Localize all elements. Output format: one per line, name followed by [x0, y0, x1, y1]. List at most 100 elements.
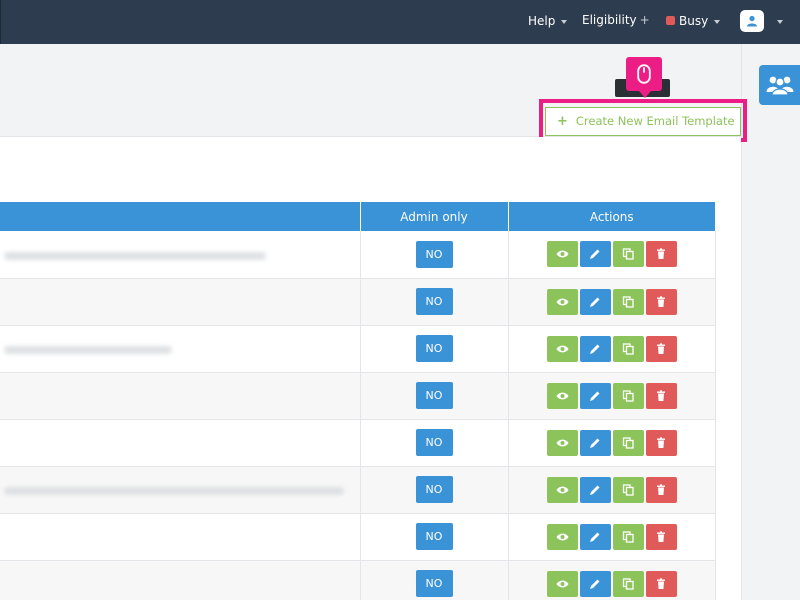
- view-button[interactable]: [546, 288, 578, 315]
- view-button[interactable]: [546, 241, 578, 268]
- create-email-template-button[interactable]: + Create New Email Template: [545, 107, 741, 136]
- admin-only-toggle[interactable]: NO: [415, 570, 453, 597]
- table-row: NO: [0, 466, 716, 514]
- template-name-cell: [0, 466, 361, 514]
- table-row: NO: [0, 372, 716, 420]
- table-row: NO: [0, 560, 716, 600]
- table-row: NO: [0, 325, 716, 373]
- copy-button[interactable]: [612, 382, 644, 409]
- copy-button[interactable]: [612, 429, 644, 456]
- column-header-name[interactable]: [0, 202, 361, 231]
- actions-cell: [508, 419, 716, 467]
- admin-only-toggle[interactable]: NO: [415, 288, 453, 315]
- delete-button[interactable]: [645, 476, 677, 503]
- delete-button[interactable]: [645, 429, 677, 456]
- column-header-admin-only[interactable]: Admin only: [360, 202, 509, 231]
- delete-button[interactable]: [645, 241, 677, 268]
- admin-only-cell: NO: [360, 513, 509, 561]
- users-icon: [766, 76, 794, 96]
- eligibility-menu[interactable]: Eligibility +: [582, 0, 650, 44]
- template-name-cell: [0, 325, 361, 373]
- redacted-text: [4, 487, 344, 495]
- admin-only-toggle[interactable]: NO: [415, 523, 453, 550]
- copy-button[interactable]: [612, 476, 644, 503]
- view-button[interactable]: [546, 335, 578, 362]
- redacted-text: [4, 346, 172, 354]
- template-name-cell: [0, 419, 361, 467]
- mouse-icon: [637, 64, 651, 84]
- help-menu[interactable]: Help: [528, 0, 568, 44]
- copy-button[interactable]: [612, 241, 644, 268]
- admin-only-cell: NO: [360, 560, 509, 600]
- template-name-cell: [0, 278, 361, 326]
- chevron-down-icon: [714, 19, 721, 24]
- edit-button[interactable]: [579, 382, 611, 409]
- table-row: NO: [0, 231, 716, 279]
- table-row: NO: [0, 513, 716, 561]
- redacted-text: [4, 251, 266, 260]
- admin-only-toggle[interactable]: NO: [415, 382, 453, 409]
- template-name-cell: [0, 513, 361, 561]
- edit-button[interactable]: [579, 523, 611, 550]
- view-button[interactable]: [546, 429, 578, 456]
- user-icon: [747, 15, 757, 27]
- view-button[interactable]: [546, 382, 578, 409]
- actions-cell: [508, 513, 716, 561]
- column-header-actions: Actions: [508, 202, 715, 231]
- admin-only-toggle[interactable]: NO: [415, 429, 453, 456]
- plus-icon: +: [557, 114, 568, 129]
- admin-only-cell: NO: [360, 278, 509, 326]
- status-label: Busy: [679, 14, 709, 28]
- edit-button[interactable]: [579, 476, 611, 503]
- edit-button[interactable]: [579, 288, 611, 315]
- template-name-cell: [0, 231, 361, 279]
- edit-button[interactable]: [579, 429, 611, 456]
- admin-only-cell: NO: [360, 325, 509, 373]
- users-panel-button[interactable]: [759, 65, 800, 105]
- actions-cell: [508, 560, 716, 600]
- admin-only-cell: NO: [360, 466, 509, 514]
- delete-button[interactable]: [645, 523, 677, 550]
- status-dot-icon: [666, 16, 675, 25]
- actions-cell: [508, 278, 716, 326]
- view-button[interactable]: [546, 570, 578, 597]
- eligibility-label: Eligibility: [582, 13, 637, 27]
- edit-button[interactable]: [579, 335, 611, 362]
- actions-cell: [508, 466, 716, 514]
- admin-only-toggle[interactable]: NO: [415, 335, 453, 362]
- edit-button[interactable]: [579, 570, 611, 597]
- actions-cell: [508, 372, 716, 420]
- chevron-down-icon[interactable]: [777, 20, 783, 24]
- table-header-row: Admin only Actions: [0, 202, 715, 231]
- chevron-down-icon: [561, 19, 568, 24]
- view-button[interactable]: [546, 523, 578, 550]
- actions-cell: [508, 231, 716, 279]
- view-button[interactable]: [546, 476, 578, 503]
- right-rail: [741, 44, 800, 600]
- actions-cell: [508, 325, 716, 373]
- copy-button[interactable]: [612, 523, 644, 550]
- table-row: NO: [0, 419, 716, 467]
- plus-icon: +: [639, 13, 650, 27]
- admin-only-toggle[interactable]: NO: [415, 476, 453, 503]
- edit-button[interactable]: [579, 241, 611, 268]
- copy-button[interactable]: [612, 570, 644, 597]
- mouse-cursor-indicator: [626, 57, 662, 98]
- admin-only-toggle[interactable]: NO: [415, 240, 453, 268]
- status-menu[interactable]: Busy: [666, 0, 721, 44]
- admin-only-cell: NO: [360, 231, 509, 279]
- email-templates-table: Admin only Actions NO NO NO NO NO NO NO NO: [0, 202, 716, 600]
- table-row: NO: [0, 278, 716, 326]
- top-navbar: Help Eligibility + Busy: [0, 0, 800, 44]
- delete-button[interactable]: [645, 382, 677, 409]
- avatar[interactable]: [740, 10, 764, 32]
- admin-only-cell: NO: [360, 372, 509, 420]
- delete-button[interactable]: [645, 335, 677, 362]
- delete-button[interactable]: [645, 288, 677, 315]
- help-label: Help: [528, 14, 556, 28]
- copy-button[interactable]: [612, 288, 644, 315]
- template-name-cell: [0, 372, 361, 420]
- delete-button[interactable]: [645, 570, 677, 597]
- copy-button[interactable]: [612, 335, 644, 362]
- create-button-label: Create New Email Template: [575, 114, 735, 128]
